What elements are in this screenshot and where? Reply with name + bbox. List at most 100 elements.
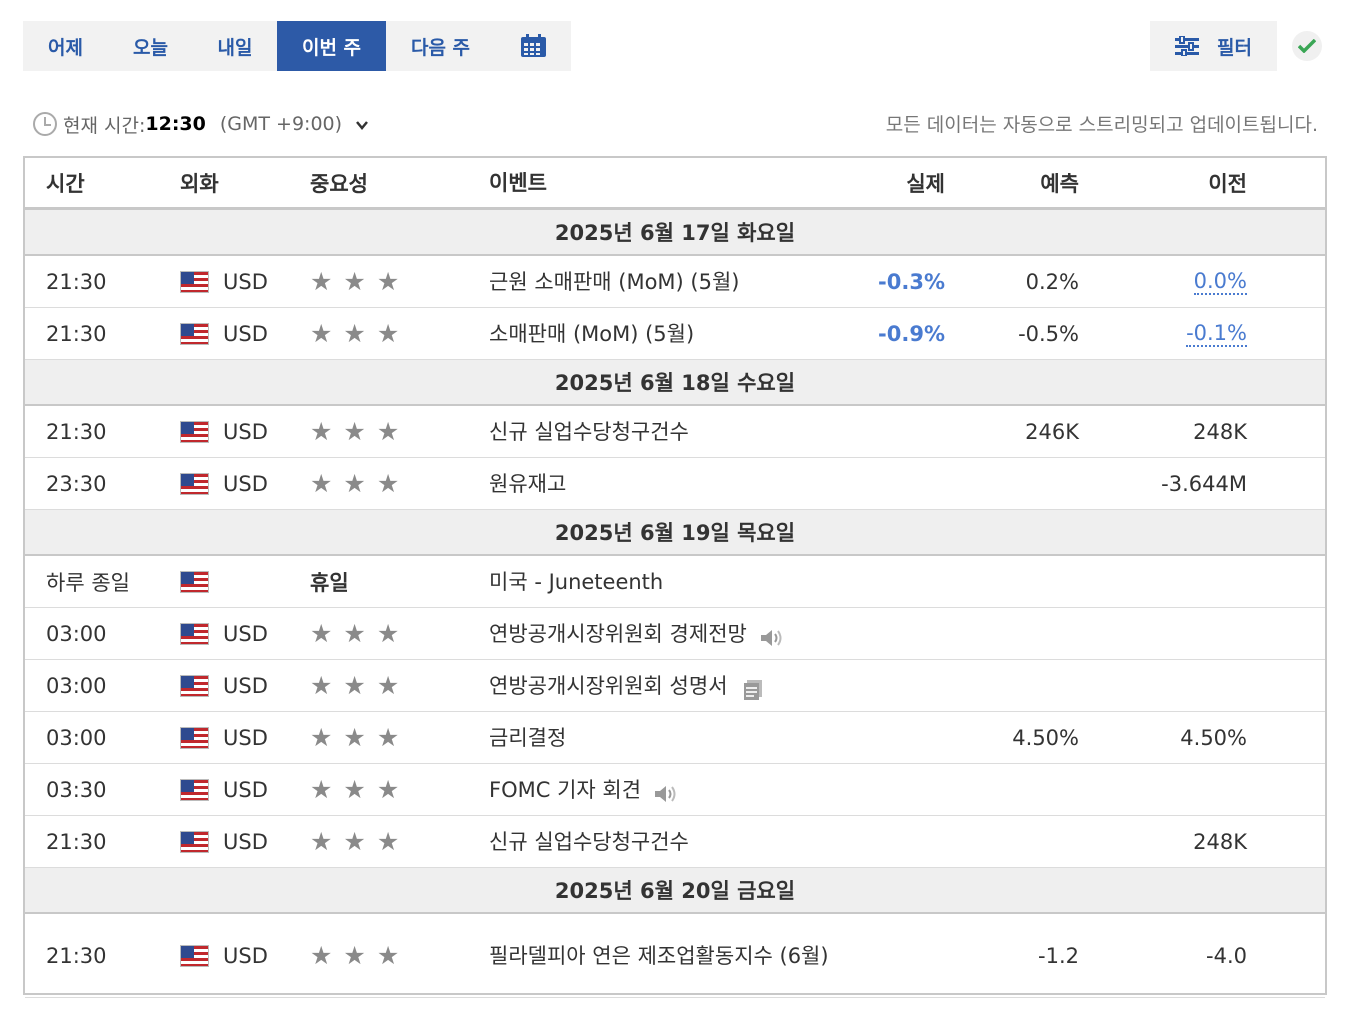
table-row[interactable]: 21:30 USD ★ ★ ★ 소매판매 (MoM) (5월) -0.9% -0.5% -0.1…	[25, 308, 1325, 360]
forecast-value: 246K	[1025, 419, 1079, 444]
speaker-icon[interactable]	[759, 623, 783, 646]
tab-today[interactable]: 오늘	[108, 21, 193, 71]
event-importance: ★ ★ ★	[310, 608, 399, 659]
event-name[interactable]: 미국 - Juneteenth	[489, 556, 849, 607]
table-row[interactable]: 21:30 USD ★ ★ ★ 필라델피아 연은 제조업활동지수 (6월) -1.2 -4.0	[25, 914, 1325, 998]
flag-canton	[181, 473, 194, 486]
event-name[interactable]: 금리결정	[489, 712, 849, 763]
event-title[interactable]: 미국 - Juneteenth	[489, 563, 663, 601]
calendar-button[interactable]	[495, 21, 571, 71]
star-icon: ★	[376, 941, 400, 970]
event-name[interactable]: 신규 실업수당청구건수	[489, 406, 849, 457]
tab-next-week[interactable]: 다음 주	[386, 21, 495, 71]
event-name[interactable]: 원유재고	[489, 458, 849, 509]
date-group-header: 2025년 6월 18일 수요일	[25, 360, 1325, 406]
forecast-value: -0.5%	[1018, 321, 1079, 346]
flag-canton	[181, 421, 194, 434]
star-icon: ★	[376, 319, 400, 348]
table-row[interactable]: 03:30 USD ★ ★ ★ FOMC 기자 회견	[25, 764, 1325, 816]
tab-tomorrow[interactable]: 내일	[193, 21, 277, 71]
star-icon: ★	[343, 671, 366, 700]
previous-value-revised[interactable]: -0.1%	[1186, 321, 1247, 347]
star-icon: ★	[376, 469, 400, 498]
event-importance: ★ ★ ★	[310, 406, 399, 457]
checkmark-icon	[1298, 39, 1316, 53]
event-title[interactable]: FOMC 기자 회견	[489, 771, 641, 809]
event-previous: 4.50%	[1180, 712, 1247, 763]
calendar-icon	[520, 34, 546, 57]
event-currency: USD	[180, 712, 268, 763]
table-row[interactable]: 23:30 USD ★ ★ ★ 원유재고 -3.644M	[25, 458, 1325, 510]
tab-yesterday[interactable]: 어제	[23, 21, 108, 71]
current-time-bar: 현재 시간: 12:30 (GMT +9:00)	[33, 108, 369, 140]
event-title[interactable]: 신규 실업수당청구건수	[489, 413, 689, 451]
tab-this-week[interactable]: 이번 주	[277, 21, 386, 71]
event-title[interactable]: 금리결정	[489, 719, 566, 757]
flag-canton	[181, 323, 194, 336]
previous-value: -3.644M	[1161, 471, 1247, 496]
filter-button[interactable]: 필터	[1150, 21, 1277, 71]
event-title[interactable]: 연방공개시장위원회 경제전망	[489, 615, 747, 653]
star-icon: ★	[376, 671, 400, 700]
us-flag-icon	[180, 726, 209, 749]
event-importance: 휴일	[310, 556, 349, 607]
event-time: 21:30	[46, 829, 107, 854]
event-title[interactable]: 소매판매 (MoM) (5월)	[489, 315, 694, 353]
event-currency: USD	[180, 406, 268, 457]
event-name[interactable]: FOMC 기자 회견	[489, 764, 849, 815]
event-time: 03:00	[46, 725, 107, 750]
event-title[interactable]: 근원 소매판매 (MoM) (5월)	[489, 263, 739, 301]
us-flag-icon	[180, 674, 209, 697]
event-name[interactable]: 연방공개시장위원회 경제전망	[489, 608, 849, 659]
event-title[interactable]: 필라델피아 연은 제조업활동지수 (6월)	[489, 937, 829, 975]
importance-stars: ★ ★ ★	[310, 269, 399, 294]
us-flag-icon	[180, 472, 209, 495]
table-row[interactable]: 21:30 USD ★ ★ ★ 신규 실업수당청구건수 246K 248K	[25, 406, 1325, 458]
event-name[interactable]: 신규 실업수당청구건수	[489, 816, 849, 867]
table-row[interactable]: 03:00 USD ★ ★ ★ 금리결정 4.50% 4.50%	[25, 712, 1325, 764]
event-name[interactable]: 근원 소매판매 (MoM) (5월)	[489, 256, 849, 307]
chevron-down-icon[interactable]	[356, 118, 369, 134]
event-name[interactable]: 필라델피아 연은 제조업활동지수 (6월)	[489, 914, 849, 997]
us-flag-icon	[180, 778, 209, 801]
currency-code: USD	[223, 621, 268, 646]
table-row[interactable]: 03:00 USD ★ ★ ★ 연방공개시장위원회 성명서	[25, 660, 1325, 712]
star-icon: ★	[310, 941, 333, 970]
event-time: 21:30	[46, 419, 107, 444]
date-range-tabs: 어제 오늘 내일 이번 주 다음 주	[23, 21, 571, 71]
date-group-header: 2025년 6월 17일 화요일	[25, 210, 1325, 256]
event-currency: USD	[180, 608, 268, 659]
star-icon: ★	[376, 723, 400, 752]
event-title[interactable]: 연방공개시장위원회 성명서	[489, 667, 728, 705]
confirm-button[interactable]	[1292, 31, 1322, 61]
table-row[interactable]: 03:00 USD ★ ★ ★ 연방공개시장위원회 경제전망	[25, 608, 1325, 660]
flag-canton	[181, 727, 194, 740]
table-row[interactable]: 21:30 USD ★ ★ ★ 근원 소매판매 (MoM) (5월) -0.3% 0.2% 0.…	[25, 256, 1325, 308]
event-title[interactable]: 신규 실업수당청구건수	[489, 823, 689, 861]
col-header-forecast: 예측	[1040, 171, 1079, 196]
currency-code: USD	[223, 269, 268, 294]
event-actual: -0.9%	[878, 308, 945, 359]
event-forecast: -1.2	[1038, 914, 1079, 997]
event-currency: USD	[180, 816, 268, 867]
star-icon: ★	[376, 775, 400, 804]
timezone-label[interactable]: (GMT +9:00)	[220, 113, 342, 135]
speaker-icon[interactable]	[653, 779, 677, 802]
importance-stars: ★ ★ ★	[310, 673, 399, 698]
event-name[interactable]: 연방공개시장위원회 성명서	[489, 660, 849, 711]
previous-value-revised[interactable]: 0.0%	[1193, 269, 1247, 295]
star-icon: ★	[310, 827, 333, 856]
event-title[interactable]: 원유재고	[489, 465, 566, 503]
document-icon[interactable]	[742, 675, 764, 700]
col-header-previous: 이전	[1208, 171, 1247, 196]
importance-stars: ★ ★ ★	[310, 419, 399, 444]
table-row[interactable]: 21:30 USD ★ ★ ★ 신규 실업수당청구건수 248K	[25, 816, 1325, 868]
table-row[interactable]: 하루 종일 휴일 미국 - Juneteenth	[25, 556, 1325, 608]
currency-code: USD	[223, 725, 268, 750]
event-time: 03:30	[46, 777, 107, 802]
star-icon: ★	[310, 469, 333, 498]
event-name[interactable]: 소매판매 (MoM) (5월)	[489, 308, 849, 359]
flag-canton	[181, 675, 194, 688]
holiday-label: 휴일	[310, 570, 349, 595]
star-icon: ★	[376, 267, 400, 296]
